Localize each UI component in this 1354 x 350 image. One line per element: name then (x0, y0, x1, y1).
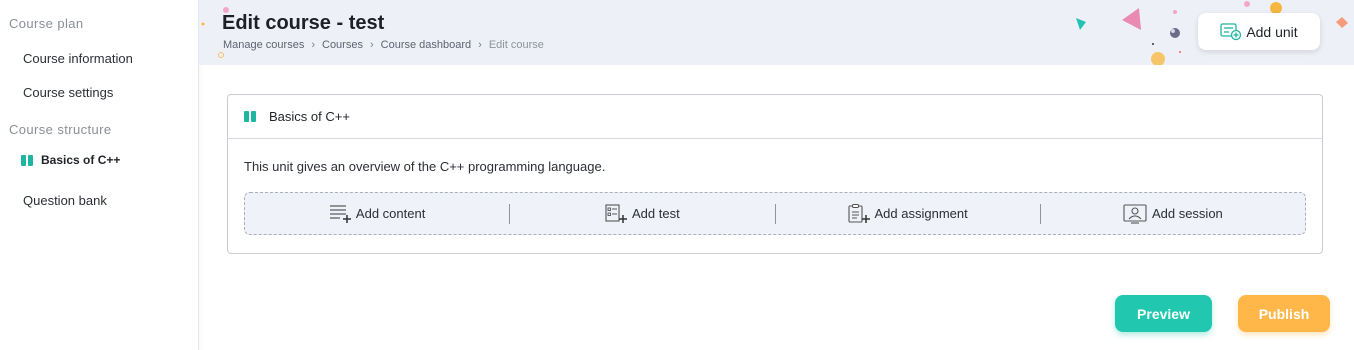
add-test-icon (605, 203, 628, 223)
book-icon (21, 154, 34, 166)
breadcrumb-courses[interactable]: Courses (322, 39, 363, 51)
sidebar-item-course-information[interactable]: Course information (23, 51, 133, 66)
sidebar-section-course-structure: Course structure (9, 122, 112, 137)
add-assignment-button[interactable]: Add assignment (776, 193, 1040, 234)
unit-actions-bar: Add content Add test Add assignment Add … (244, 192, 1306, 235)
breadcrumb: Manage courses › Courses › Course dashbo… (223, 39, 544, 51)
chevron-right-icon: › (478, 39, 482, 51)
book-icon (244, 111, 257, 122)
add-content-icon (329, 204, 351, 223)
add-test-label: Add test (632, 206, 680, 221)
add-content-button[interactable]: Add content (245, 193, 509, 234)
publish-button[interactable]: Publish (1238, 295, 1330, 332)
sidebar-item-question-bank[interactable]: Question bank (23, 193, 107, 208)
add-session-label: Add session (1151, 206, 1223, 221)
unit-header[interactable]: Basics of C++ (228, 95, 1322, 139)
preview-button[interactable]: Preview (1115, 295, 1212, 332)
chevron-right-icon: › (369, 39, 374, 51)
sidebar-item-course-settings[interactable]: Course settings (23, 85, 113, 100)
add-unit-icon (1220, 22, 1242, 40)
unit-card: Basics of C++ This unit gives an overvie… (227, 94, 1323, 254)
chevron-right-icon: › (311, 39, 315, 51)
sidebar-item-basics-of-cpp[interactable]: Basics of C++ (21, 153, 120, 167)
breadcrumb-course-dashboard[interactable]: Course dashboard (381, 39, 472, 51)
add-assignment-label: Add assignment (874, 206, 968, 221)
add-content-label: Add content (355, 206, 426, 221)
unit-title: Basics of C++ (269, 109, 350, 124)
page-title: Edit course - test (222, 12, 385, 34)
add-test-button[interactable]: Add test (510, 193, 774, 234)
sidebar-section-course-plan: Course plan (9, 16, 84, 31)
page-header: Edit course - test Manage courses › Cour… (199, 0, 1354, 65)
add-unit-button[interactable]: Add unit (1198, 13, 1320, 50)
sidebar: Course plan Course information Course se… (0, 0, 199, 350)
breadcrumb-edit-course: Edit course (488, 39, 544, 51)
add-session-icon (1123, 203, 1147, 224)
sidebar-unit-label: Basics of C++ (41, 153, 121, 167)
breadcrumb-manage-courses[interactable]: Manage courses (223, 39, 304, 51)
add-unit-label: Add unit (1246, 23, 1298, 40)
add-assignment-icon (847, 203, 870, 223)
add-session-button[interactable]: Add session (1041, 193, 1305, 234)
unit-description: This unit gives an overview of the C++ p… (244, 159, 606, 174)
